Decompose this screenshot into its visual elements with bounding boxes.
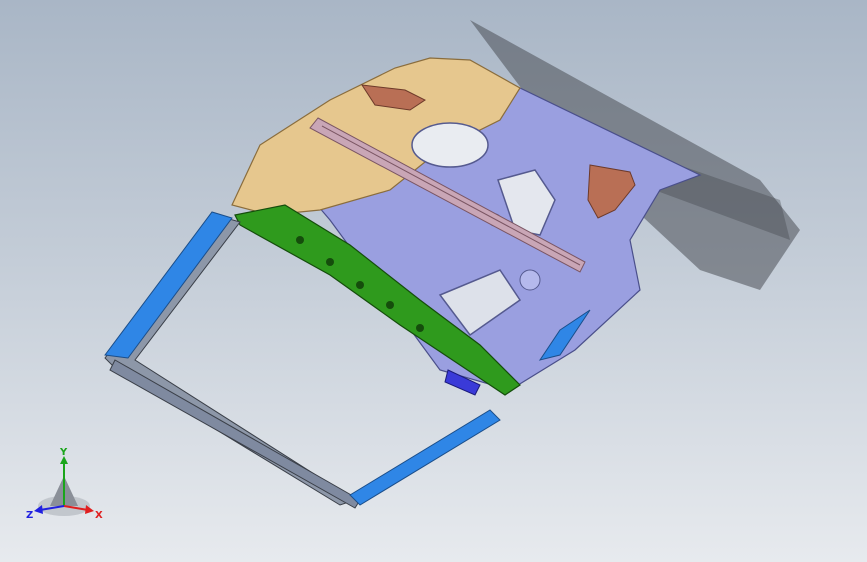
roof-boss (519, 269, 541, 291)
rail-hole (386, 301, 394, 309)
roof-assembly-model[interactable] (0, 0, 867, 562)
front-frame-bar[interactable] (109, 359, 361, 509)
graphics-viewport[interactable]: Y X Z (0, 0, 867, 562)
orientation-triad[interactable]: Y X Z (26, 448, 106, 528)
side-rail-left[interactable] (104, 211, 233, 359)
roof-opening-large (411, 122, 489, 168)
y-axis-label: Y (59, 448, 68, 458)
rail-hole (416, 324, 424, 332)
rail-hole (296, 236, 304, 244)
x-axis-label: X (95, 510, 103, 521)
side-rail-right[interactable] (349, 409, 501, 506)
rail-hole (326, 258, 334, 266)
rail-hole (356, 281, 364, 289)
z-axis-label: Z (26, 510, 33, 521)
